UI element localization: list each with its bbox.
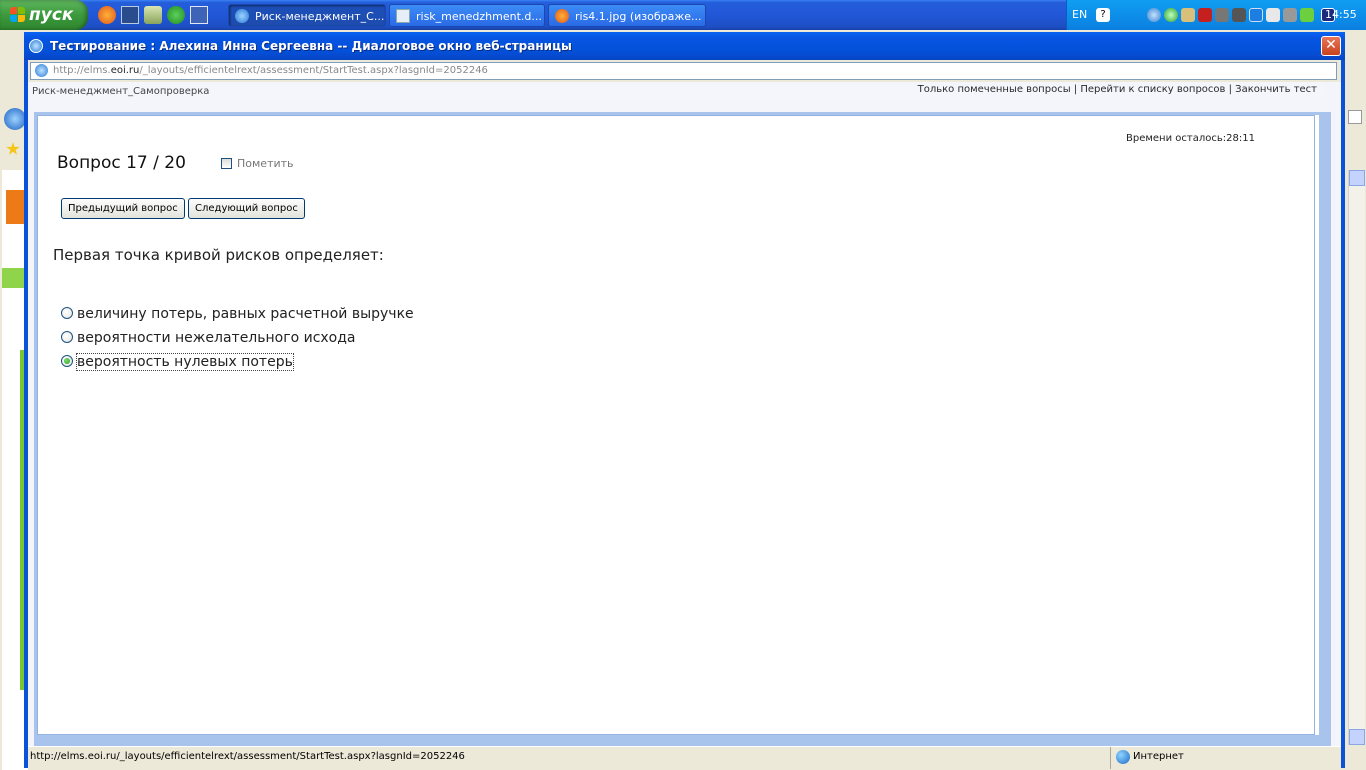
background-scrollbar[interactable]	[1348, 170, 1365, 745]
network-icon[interactable]	[1164, 8, 1178, 22]
ie-icon	[29, 39, 43, 53]
answer-radio[interactable]	[61, 307, 73, 319]
globe-icon	[1116, 750, 1130, 764]
favorites-star-icon[interactable]	[6, 142, 20, 155]
start-button[interactable]: пуск	[0, 0, 88, 30]
security-zone: Интернет	[1110, 747, 1341, 769]
dialog-content: Риск-менеджмент_Самопроверка Только поме…	[28, 82, 1341, 750]
zone-label: Интернет	[1133, 751, 1184, 762]
firefox-icon	[555, 9, 569, 23]
ie-icon	[235, 9, 249, 23]
taskbar: пуск Риск-менеджмент_С... risk_menedzhme…	[0, 0, 1366, 30]
scroll-down-icon[interactable]	[1349, 729, 1365, 745]
finish-test-link[interactable]: Закончить тест	[1235, 84, 1317, 95]
task-button-image[interactable]: ris4.1.jpg (изображе...	[548, 4, 706, 27]
volume-icon[interactable]	[1266, 8, 1280, 22]
dialog-window: Тестирование : Алехина Инна Сергеевна --…	[24, 32, 1345, 769]
mark-label: Пометить	[237, 157, 294, 170]
document-icon	[396, 9, 410, 23]
mark-checkbox[interactable]	[221, 158, 232, 169]
question-list-link[interactable]: Перейти к списку вопросов	[1080, 84, 1225, 95]
utility-quicklaunch-icon[interactable]	[144, 6, 162, 24]
status-bar: http://elms.eoi.ru/_layouts/efficientelr…	[28, 746, 1341, 769]
background-logo	[6, 190, 24, 224]
address-path: /_layouts/efficientelrext/assessment/Sta…	[139, 65, 488, 76]
address-prefix: http://elms.	[53, 65, 111, 76]
start-label: пуск	[29, 5, 74, 25]
mark-question[interactable]: Пометить	[221, 157, 294, 170]
test-frame: Времени осталось:28:11 Вопрос 17 / 20 По…	[34, 112, 1331, 747]
language-indicator[interactable]: EN	[1072, 8, 1087, 21]
close-icon: ✕	[1325, 37, 1337, 53]
marked-questions-link[interactable]: Только помеченные вопросы	[918, 84, 1071, 95]
utorrent-quicklaunch-icon[interactable]	[167, 6, 185, 24]
question-number: Вопрос 17 / 20	[57, 153, 186, 173]
question-text: Первая точка кривой рисков определяет:	[53, 246, 384, 264]
firefox-quicklaunch-icon[interactable]	[98, 6, 116, 24]
link-separator: |	[1070, 84, 1081, 95]
next-question-button[interactable]: Следующий вопрос	[188, 198, 305, 219]
save-quicklaunch-icon[interactable]	[121, 6, 139, 24]
messenger-icon[interactable]	[1249, 8, 1263, 22]
folder-icon[interactable]	[1181, 8, 1195, 22]
antivirus-icon[interactable]	[1198, 8, 1212, 22]
address-host: eoi.ru	[110, 65, 140, 76]
page-icon	[35, 64, 48, 77]
update-icon[interactable]	[1300, 8, 1314, 22]
answer-radio[interactable]	[61, 331, 73, 343]
previous-question-button[interactable]: Предыдущий вопрос	[61, 198, 185, 219]
answer-text: вероятность нулевых потерь	[76, 353, 294, 371]
close-button[interactable]: ✕	[1321, 36, 1341, 56]
device-icon[interactable]	[1215, 8, 1229, 22]
time-left: Времени осталось:28:11	[1126, 133, 1255, 144]
task-button-document[interactable]: risk_menedzhment.d...	[389, 4, 545, 27]
address-field[interactable]: http://elms.eoi.ru/_layouts/efficientelr…	[30, 62, 1337, 80]
show-desktop-icon[interactable]	[190, 6, 208, 24]
task-label: Риск-менеджмент_С...	[255, 10, 385, 23]
windows-logo-icon	[10, 7, 26, 23]
back-arrow-icon[interactable]	[4, 108, 26, 130]
monitor-icon[interactable]	[1232, 8, 1246, 22]
test-linkbar: Риск-менеджмент_Самопроверка Только поме…	[28, 82, 1323, 100]
dialog-titlebar[interactable]: Тестирование : Алехина Инна Сергеевна --…	[24, 32, 1345, 60]
clock: 14:55	[1325, 8, 1357, 21]
test-panel: Времени осталось:28:11 Вопрос 17 / 20 По…	[37, 115, 1315, 735]
dialog-title: Тестирование : Алехина Инна Сергеевна --…	[50, 39, 572, 53]
background-toolbar-button	[1348, 110, 1362, 124]
help-icon[interactable]: ?	[1096, 8, 1110, 22]
hardware-icon[interactable]	[1283, 8, 1297, 22]
task-label: ris4.1.jpg (изображе...	[575, 10, 702, 23]
answer-option-2[interactable]: вероятности нежелательного исхода	[61, 330, 356, 346]
answer-text: вероятности нежелательного исхода	[77, 330, 356, 346]
test-links: Только помеченные вопросы | Перейти к сп…	[918, 84, 1317, 95]
status-url: http://elms.eoi.ru/_layouts/efficientelr…	[30, 751, 465, 762]
address-bar: http://elms.eoi.ru/_layouts/efficientelr…	[28, 60, 1341, 82]
system-tray: EN ? 14:55	[1066, 0, 1366, 30]
back-icon[interactable]	[1147, 8, 1161, 22]
answer-text: величину потерь, равных расчетной выручк…	[77, 306, 414, 322]
breadcrumb: Риск-менеджмент_Самопроверка	[32, 86, 210, 97]
task-label: risk_menedzhment.d...	[416, 10, 542, 23]
task-button-ie[interactable]: Риск-менеджмент_С...	[228, 4, 386, 27]
scroll-up-icon[interactable]	[1349, 170, 1365, 186]
answer-radio-selected[interactable]	[61, 355, 73, 367]
link-separator: |	[1225, 84, 1236, 95]
answer-option-3[interactable]: вероятность нулевых потерь	[61, 353, 294, 371]
answer-option-1[interactable]: величину потерь, равных расчетной выручк…	[61, 306, 414, 322]
